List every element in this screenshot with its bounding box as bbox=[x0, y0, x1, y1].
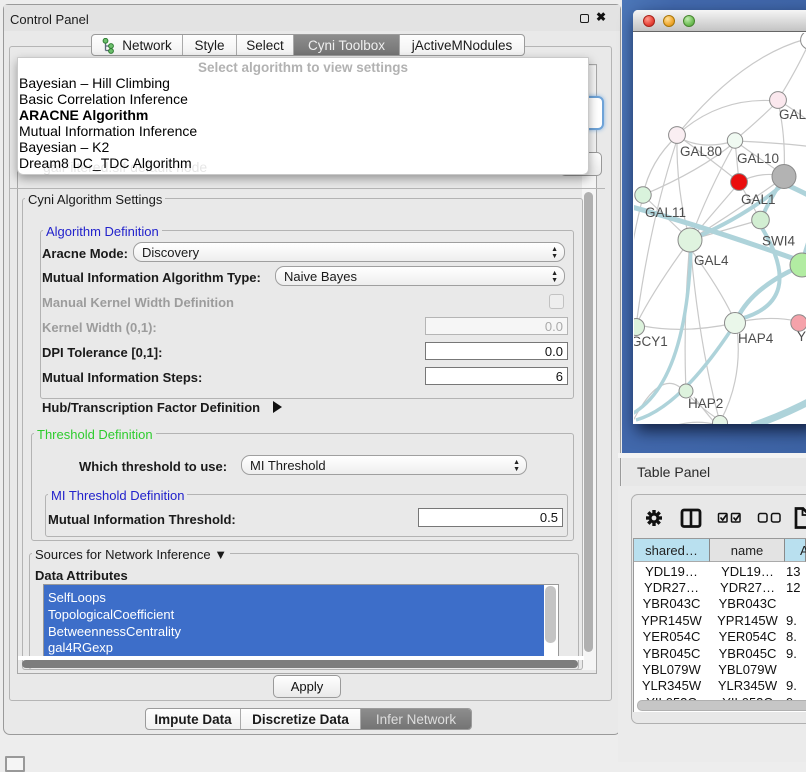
svg-text:GAL1: GAL1 bbox=[741, 192, 776, 207]
svg-text:GAL: GAL bbox=[779, 107, 806, 122]
svg-text:GAL4: GAL4 bbox=[694, 253, 729, 268]
svg-text:GCY1: GCY1 bbox=[634, 334, 668, 349]
svg-text:GAL80: GAL80 bbox=[680, 144, 722, 159]
svg-text:SWI4: SWI4 bbox=[762, 234, 795, 249]
svg-text:HAP2: HAP2 bbox=[688, 396, 723, 411]
svg-text:GAL11: GAL11 bbox=[645, 205, 686, 220]
svg-text:GAL10: GAL10 bbox=[737, 151, 779, 166]
svg-text:Y: Y bbox=[797, 329, 806, 344]
svg-text:HAP4: HAP4 bbox=[738, 331, 774, 346]
